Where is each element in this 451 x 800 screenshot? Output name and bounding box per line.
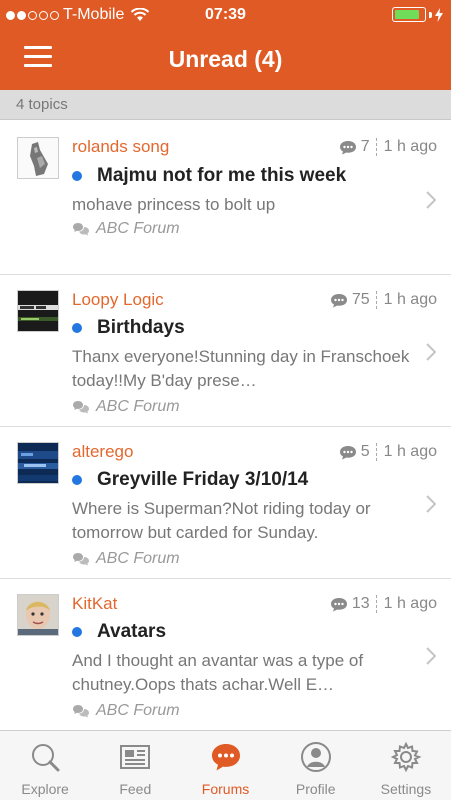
- topic-time: 1 h ago: [383, 291, 437, 308]
- topic-item[interactable]: alterego 5 1 h ago Greyville Friday 3/10…: [0, 427, 451, 579]
- tab-settings[interactable]: Settings: [361, 731, 451, 800]
- battery-icon: [392, 7, 426, 22]
- search-icon: [32, 744, 60, 772]
- tab-label: Profile: [295, 781, 336, 797]
- subject-row: Greyville Friday 3/10/14: [72, 469, 308, 491]
- topic-meta: 7 1 h ago: [339, 138, 437, 156]
- meta-divider: [375, 291, 377, 309]
- forum-chat-icon: [73, 553, 89, 566]
- status-time: 07:39: [205, 6, 246, 23]
- page-title: Unread (4): [168, 46, 283, 72]
- reply-bubble-icon: [339, 140, 356, 154]
- topic-time: 1 h ago: [383, 443, 437, 460]
- topic-item[interactable]: Loopy Logic 75 1 h ago Birthdays Thanx e…: [0, 275, 451, 427]
- topic-item[interactable]: KitKat 13 1 h ago Avatars And I thought …: [0, 579, 451, 730]
- gear-icon: [390, 741, 422, 773]
- topic-forum: ABC Forum: [72, 550, 180, 568]
- meta-divider: [375, 443, 377, 461]
- forum-name[interactable]: ABC Forum: [96, 220, 180, 238]
- chevron-right-icon: [426, 647, 436, 665]
- tab-forums[interactable]: Forums: [180, 731, 270, 800]
- topic-meta: 13 1 h ago: [330, 595, 437, 613]
- reply-bubble-icon: [330, 293, 347, 307]
- topic-preview: mohave princess to bolt up: [72, 195, 276, 214]
- forum-chat-icon: [73, 401, 89, 414]
- avatar: [17, 290, 59, 332]
- reply-bubble-icon: [339, 445, 356, 459]
- reply-count: 5: [360, 443, 370, 460]
- subject-row: Avatars: [72, 621, 166, 643]
- tab-profile[interactable]: Profile: [271, 731, 361, 800]
- avatar: [17, 442, 59, 484]
- forum-name[interactable]: ABC Forum: [96, 550, 180, 568]
- tab-label: Settings: [380, 781, 432, 797]
- meta-divider: [375, 595, 377, 613]
- bottom-tab-bar: Explore Feed Forums Profile Settings: [0, 730, 451, 800]
- topic-forum: ABC Forum: [72, 220, 180, 238]
- status-bar: T-Mobile 07:39: [0, 0, 451, 32]
- avatar: [17, 137, 59, 179]
- topic-preview: Where is Superman?Not riding today or to…: [72, 499, 371, 542]
- app-header: T-Mobile 07:39 Unread (4): [0, 0, 451, 90]
- forum-name[interactable]: ABC Forum: [96, 702, 180, 720]
- reply-count: 7: [360, 138, 370, 155]
- unread-indicator: [72, 627, 82, 637]
- topic-preview: And I thought an avantar was a type of c…: [72, 651, 364, 694]
- tab-explore[interactable]: Explore: [0, 731, 90, 800]
- topic-subject: Avatars: [97, 621, 167, 642]
- chevron-right-icon: [426, 343, 436, 361]
- battery-tip: [429, 11, 432, 18]
- chat-bubble-icon: [211, 744, 240, 771]
- subject-row: Majmu not for me this week: [72, 165, 346, 187]
- newspaper-icon: [120, 745, 151, 769]
- tab-feed[interactable]: Feed: [90, 731, 180, 800]
- meta-divider: [375, 138, 377, 156]
- unread-indicator: [72, 475, 82, 485]
- topic-time: 1 h ago: [383, 595, 437, 612]
- forum-chat-icon: [73, 223, 89, 236]
- reply-bubble-icon: [330, 597, 347, 611]
- topic-subject: Birthdays: [97, 317, 185, 338]
- chevron-right-icon: [426, 191, 436, 209]
- tab-label: Explore: [21, 781, 69, 797]
- forum-name[interactable]: ABC Forum: [96, 398, 180, 416]
- forum-chat-icon: [73, 705, 89, 718]
- reply-count: 75: [351, 291, 370, 308]
- battery-level-fill: [395, 10, 419, 19]
- person-icon: [300, 742, 331, 772]
- topic-author[interactable]: rolands song: [72, 137, 169, 157]
- topic-subject: Majmu not for me this week: [97, 165, 347, 186]
- subject-row: Birthdays: [72, 317, 185, 339]
- topic-author[interactable]: alterego: [72, 442, 133, 462]
- topic-author[interactable]: Loopy Logic: [72, 290, 164, 310]
- unread-indicator: [72, 323, 82, 333]
- topic-meta: 5 1 h ago: [339, 443, 437, 461]
- topic-author[interactable]: KitKat: [72, 594, 117, 614]
- charging-bolt-icon: [435, 7, 443, 22]
- topic-preview: Thanx everyone!Stunning day in Franschoe…: [72, 347, 410, 390]
- topic-forum: ABC Forum: [72, 398, 180, 416]
- tab-label: Feed: [119, 781, 152, 797]
- battery-indicator: [392, 7, 443, 22]
- topics-count-bar: 4 topics: [0, 90, 451, 120]
- chevron-right-icon: [426, 495, 436, 513]
- topic-meta: 75 1 h ago: [330, 291, 437, 309]
- topic-subject: Greyville Friday 3/10/14: [97, 469, 309, 490]
- topic-forum: ABC Forum: [72, 702, 180, 720]
- topic-time: 1 h ago: [383, 138, 437, 155]
- unread-indicator: [72, 171, 82, 181]
- reply-count: 13: [351, 595, 370, 612]
- tab-label: Forums: [201, 781, 250, 797]
- avatar: [17, 594, 59, 636]
- topic-item[interactable]: rolands song 7 1 h ago Majmu not for me …: [0, 121, 451, 275]
